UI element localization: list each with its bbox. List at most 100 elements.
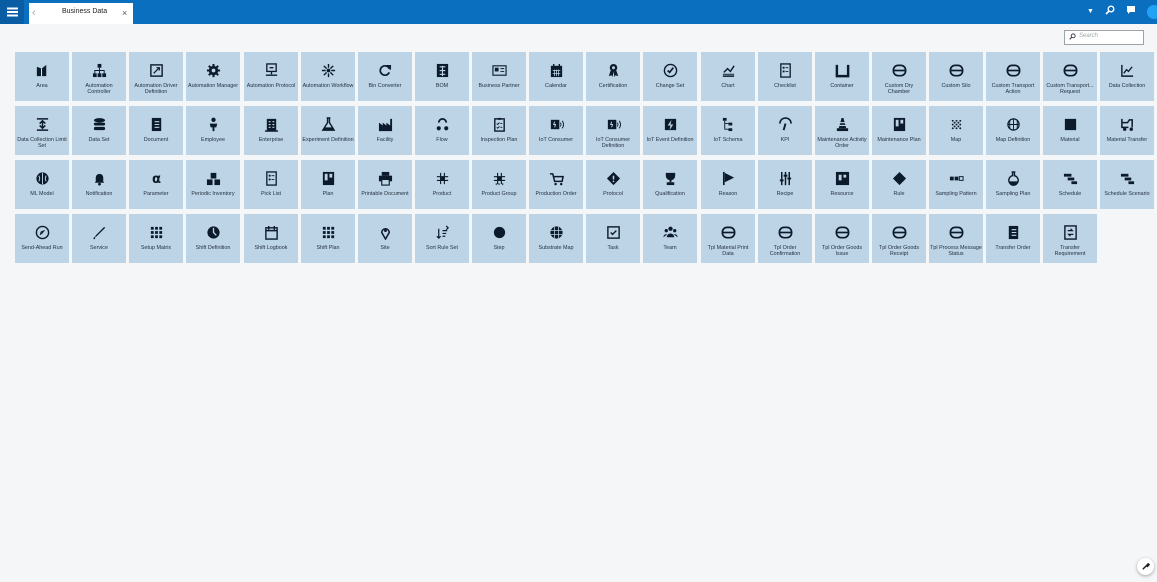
tile-data-collection-limit-set[interactable]: Data Collection Limit Set <box>15 106 69 155</box>
user-avatar[interactable] <box>1147 5 1157 19</box>
tile-transfer-requirement[interactable]: Transfer Requirement <box>1043 214 1097 263</box>
tile-map[interactable]: Map <box>929 106 983 155</box>
tile-team[interactable]: Team <box>643 214 697 263</box>
tile-data-collection[interactable]: Data Collection <box>1100 52 1154 101</box>
tile-label: Maintenance Activity Order <box>817 137 867 150</box>
tile-sampling-plan[interactable]: Sampling Plan <box>986 160 1040 209</box>
tile-schedule[interactable]: Schedule <box>1043 160 1097 209</box>
tile-label: Plan <box>322 191 334 197</box>
tile-protocol[interactable]: Protocol <box>586 160 640 209</box>
tile-tpl-material-print-data[interactable]: Tpl Material Print Data <box>701 214 755 263</box>
tile-iot-consumer[interactable]: IoT Consumer <box>529 106 583 155</box>
tile-product-group[interactable]: Product Group <box>472 160 526 209</box>
tile-recipe[interactable]: Recipe <box>758 160 812 209</box>
flask-round-icon <box>986 170 1040 186</box>
back-chevron-icon[interactable]: ‹ <box>32 6 36 20</box>
tile-schedule-scenario[interactable]: Schedule Scenario <box>1100 160 1154 209</box>
tile-facility[interactable]: Facility <box>358 106 412 155</box>
tile-checklist[interactable]: Checklist <box>758 52 812 101</box>
tile-reason[interactable]: Reason <box>701 160 755 209</box>
tile-service[interactable]: Service <box>72 214 126 263</box>
tile-pick-list[interactable]: Pick List <box>244 160 298 209</box>
tab-business-data[interactable]: ‹ Business Data × <box>29 3 133 24</box>
tile-tpl-order-goods-issue[interactable]: Tpl Order Goods Issue <box>815 214 869 263</box>
tile-automation-workflow[interactable]: Automation Workflow <box>301 52 355 101</box>
tile-iot-consumer-definition[interactable]: IoT Consumer Definition <box>586 106 640 155</box>
tile-label: Enterprise <box>258 137 284 143</box>
tile-inspection-plan[interactable]: Inspection Plan <box>472 106 526 155</box>
tile-setup-matrix[interactable]: Setup Matrix <box>129 214 183 263</box>
close-icon[interactable]: × <box>122 7 127 19</box>
tile-calendar[interactable]: Calendar <box>529 52 583 101</box>
tile-substrate-map[interactable]: Substrate Map <box>529 214 583 263</box>
tile-tpl-order-goods-receipt[interactable]: Tpl Order Goods Receipt <box>872 214 926 263</box>
pill-icon <box>929 62 983 78</box>
search-icon[interactable] <box>1105 5 1115 19</box>
tile-shift-definition[interactable]: Shift Definition <box>186 214 240 263</box>
tile-iot-schema[interactable]: IoT Schema <box>701 106 755 155</box>
tile-automation-controller[interactable]: Automation Controller <box>72 52 126 101</box>
tile-document[interactable]: Document <box>129 106 183 155</box>
menu-icon[interactable] <box>0 0 24 24</box>
tile-data-set[interactable]: Data Set <box>72 106 126 155</box>
tile-change-set[interactable]: Change Set <box>643 52 697 101</box>
tile-bom[interactable]: BOM <box>415 52 469 101</box>
tile-site[interactable]: Site <box>358 214 412 263</box>
tile-kpi[interactable]: KPI <box>758 106 812 155</box>
tile-automation-protocol[interactable]: Automation Protocol <box>244 52 298 101</box>
tile-printable-document[interactable]: Printable Document <box>358 160 412 209</box>
tile-business-partner[interactable]: Business Partner <box>472 52 526 101</box>
tile-custom-dry-chamber[interactable]: Custom Dry Chamber <box>872 52 926 101</box>
boxes-icon <box>186 170 240 186</box>
tile-enterprise[interactable]: Enterprise <box>244 106 298 155</box>
tile-maintenance-plan[interactable]: Maintenance Plan <box>872 106 926 155</box>
tile-area[interactable]: Area <box>15 52 69 101</box>
search-input[interactable]: Search <box>1064 30 1144 45</box>
tile-production-order[interactable]: Production Order <box>529 160 583 209</box>
tile-task[interactable]: Task <box>586 214 640 263</box>
tile-flow[interactable]: Flow <box>415 106 469 155</box>
tile-rule[interactable]: Rule <box>872 160 926 209</box>
tile-periodic-inventory[interactable]: Periodic Inventory <box>186 160 240 209</box>
tile-material[interactable]: Material <box>1043 106 1097 155</box>
tile-bin-converter[interactable]: Bin Converter <box>358 52 412 101</box>
tile-qualification[interactable]: Qualification <box>643 160 697 209</box>
tile-experiment-definition[interactable]: Experiment Definition <box>301 106 355 155</box>
tile-iot-event-definition[interactable]: IoT Event Definition <box>643 106 697 155</box>
tile-custom-transport-request[interactable]: Custom Transport... Request <box>1043 52 1097 101</box>
tile-certification[interactable]: Certification <box>586 52 640 101</box>
tile-maintenance-activity-order[interactable]: Maintenance Activity Order <box>815 106 869 155</box>
tile-ml-model[interactable]: ML Model <box>15 160 69 209</box>
tile-container[interactable]: Container <box>815 52 869 101</box>
cone-icon <box>815 116 869 132</box>
chat-icon[interactable] <box>1126 5 1136 19</box>
transfer-doc-icon <box>1043 224 1097 240</box>
tile-label: Facility <box>376 137 394 143</box>
tile-chart[interactable]: Chart <box>701 52 755 101</box>
tile-employee[interactable]: Employee <box>186 106 240 155</box>
tile-sort-rule-set[interactable]: Sort Rule Set <box>415 214 469 263</box>
tile-step[interactable]: Step <box>472 214 526 263</box>
tile-product[interactable]: Product <box>415 160 469 209</box>
tile-notification[interactable]: Notification <box>72 160 126 209</box>
tile-shift-plan[interactable]: Shift Plan <box>301 214 355 263</box>
tile-custom-transport-action[interactable]: Custom Transport Action <box>986 52 1040 101</box>
tile-map-definition[interactable]: Map Definition <box>986 106 1040 155</box>
tile-custom-silo[interactable]: Custom Silo <box>929 52 983 101</box>
tile-sampling-pattern[interactable]: Sampling Pattern <box>929 160 983 209</box>
caret-down-icon[interactable]: ▼ <box>1087 5 1094 19</box>
tile-material-transfer[interactable]: Material Transfer <box>1100 106 1154 155</box>
app-header: ‹ Business Data × ▼ <box>0 0 1157 24</box>
tile-tpl-order-confirmation[interactable]: Tpl Order Confirmation <box>758 214 812 263</box>
help-button[interactable] <box>1137 558 1154 575</box>
tile-send-ahead-run[interactable]: Send-Ahead Run <box>15 214 69 263</box>
tile-tpl-process-message-status[interactable]: Tpl Process Message Status <box>929 214 983 263</box>
tile-resource[interactable]: Resource <box>815 160 869 209</box>
tile-label: Shift Logbook <box>254 245 288 251</box>
tile-parameter[interactable]: α Parameter <box>129 160 183 209</box>
tile-automation-driver-definition[interactable]: Automation Driver Definition <box>129 52 183 101</box>
tile-plan[interactable]: Plan <box>301 160 355 209</box>
tile-automation-manager[interactable]: Automation Manager <box>186 52 240 101</box>
tile-shift-logbook[interactable]: Shift Logbook <box>244 214 298 263</box>
tile-transfer-order[interactable]: Transfer Order <box>986 214 1040 263</box>
